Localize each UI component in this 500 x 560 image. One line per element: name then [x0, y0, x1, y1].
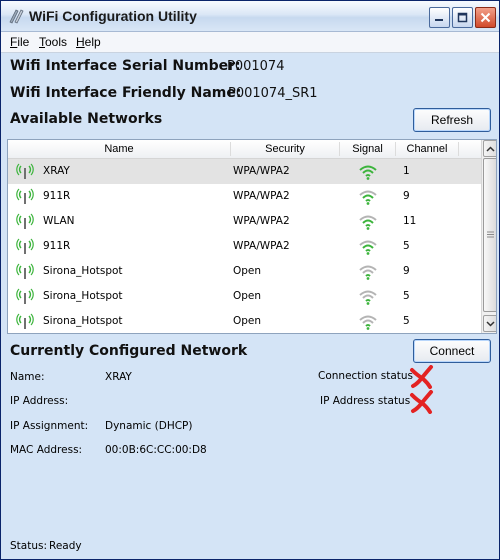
signal-medium-icon: [359, 190, 377, 205]
network-channel: 5: [403, 290, 410, 302]
connection-status-error-icon: [410, 365, 433, 389]
signal-low-icon: [359, 315, 377, 330]
chevron-down-icon: [486, 320, 495, 327]
network-security: WPA/WPA2: [233, 165, 290, 177]
connect-button[interactable]: Connect: [413, 339, 491, 363]
vertical-scrollbar[interactable]: [481, 140, 496, 333]
ip-assignment-value: Dynamic (DHCP): [105, 420, 193, 432]
signal-medium-icon: [359, 240, 377, 255]
network-antenna-icon: [16, 188, 34, 204]
wifi-app-icon: [9, 9, 24, 24]
network-name: Sirona_Hotspot: [43, 290, 123, 302]
chevron-up-icon: [486, 145, 495, 152]
ip-address-status-error-icon: [410, 390, 433, 414]
signal-strong-icon: [359, 165, 377, 180]
column-divider: [458, 142, 459, 156]
network-security: Open: [233, 315, 262, 327]
name-label: Name:: [10, 371, 45, 383]
network-security: WPA/WPA2: [233, 215, 290, 227]
network-security: WPA/WPA2: [233, 190, 290, 202]
minimize-icon: [435, 19, 443, 21]
network-channel: 5: [403, 315, 410, 327]
network-row[interactable]: Sirona_Hotspot Open 5: [8, 309, 481, 333]
network-row[interactable]: Sirona_Hotspot Open 9: [8, 259, 481, 284]
friendly-name-value: P001074_SR1: [228, 86, 318, 101]
status-label: Status:: [10, 540, 47, 552]
network-antenna-icon: [16, 288, 34, 304]
menu-file[interactable]: File: [10, 35, 29, 49]
network-security: WPA/WPA2: [233, 240, 290, 252]
network-row-selected[interactable]: XRAY WPA/WPA2 1: [8, 159, 481, 184]
network-row[interactable]: 911R WPA/WPA2 9: [8, 184, 481, 209]
serial-number-value: P001074: [227, 59, 285, 74]
network-row[interactable]: WLAN WPA/WPA2 11: [8, 209, 481, 234]
name-value: XRAY: [105, 371, 132, 383]
menu-bar: File Tools Help: [1, 32, 499, 53]
network-name: Sirona_Hotspot: [43, 265, 123, 277]
network-name: Sirona_Hotspot: [43, 315, 123, 327]
signal-low-icon: [359, 265, 377, 280]
network-channel: 5: [403, 240, 410, 252]
menu-tools[interactable]: Tools: [39, 35, 67, 49]
network-row[interactable]: Sirona_Hotspot Open 5: [8, 284, 481, 309]
signal-medium-icon: [359, 215, 377, 230]
menu-help[interactable]: Help: [76, 35, 101, 49]
network-name: 911R: [43, 190, 71, 202]
scroll-down-button[interactable]: [483, 315, 496, 332]
main-window: WiFi Configuration Utility File Tools He…: [0, 0, 500, 560]
network-channel: 1: [403, 165, 410, 177]
column-header-signal[interactable]: Signal: [340, 143, 395, 155]
window-title: WiFi Configuration Utility: [29, 8, 197, 24]
network-channel: 9: [403, 265, 410, 277]
network-name: XRAY: [43, 165, 70, 177]
refresh-button[interactable]: Refresh: [413, 108, 491, 132]
close-button[interactable]: [475, 7, 496, 28]
network-channel: 11: [403, 215, 417, 227]
list-header: Name Security Signal Channel: [8, 140, 481, 159]
scrollbar-thumb[interactable]: [483, 158, 496, 312]
friendly-name-label: Wifi Interface Friendly Name:: [10, 85, 242, 101]
minimize-button[interactable]: [429, 7, 450, 28]
title-bar[interactable]: WiFi Configuration Utility: [1, 1, 499, 32]
network-row[interactable]: 911R WPA/WPA2 5: [8, 234, 481, 259]
maximize-icon: [457, 12, 468, 23]
network-antenna-icon: [16, 213, 34, 229]
mac-address-label: MAC Address:: [10, 444, 83, 456]
configured-network-heading: Currently Configured Network: [10, 343, 248, 359]
ip-address-status-label: IP Address status: [320, 395, 411, 407]
status-value: Ready: [49, 540, 82, 552]
networks-list[interactable]: Name Security Signal Channel XRAY WPA/WP…: [7, 139, 497, 334]
network-name: WLAN: [43, 215, 75, 227]
network-channel: 9: [403, 190, 410, 202]
network-antenna-icon: [16, 163, 34, 179]
available-networks-heading: Available Networks: [10, 111, 163, 127]
network-antenna-icon: [16, 313, 34, 329]
column-header-security[interactable]: Security: [231, 143, 339, 155]
network-security: Open: [233, 265, 262, 277]
maximize-button[interactable]: [452, 7, 473, 28]
grip-icon: [487, 231, 494, 238]
mac-address-value: 00:0B:6C:CC:00:D8: [105, 444, 207, 456]
status-bar: Status: Ready: [1, 533, 499, 559]
close-icon: [480, 12, 491, 23]
column-header-name[interactable]: Name: [8, 143, 230, 155]
network-security: Open: [233, 290, 262, 302]
column-header-channel[interactable]: Channel: [396, 143, 458, 155]
network-name: 911R: [43, 240, 71, 252]
ip-address-label: IP Address:: [10, 395, 69, 407]
ip-assignment-label: IP Assignment:: [10, 420, 89, 432]
signal-low-icon: [359, 290, 377, 305]
network-antenna-icon: [16, 263, 34, 279]
connection-status-label: Connection status: [318, 370, 414, 382]
serial-number-label: Wifi Interface Serial Number:: [10, 58, 241, 74]
network-antenna-icon: [16, 238, 34, 254]
scroll-up-button[interactable]: [483, 140, 496, 157]
